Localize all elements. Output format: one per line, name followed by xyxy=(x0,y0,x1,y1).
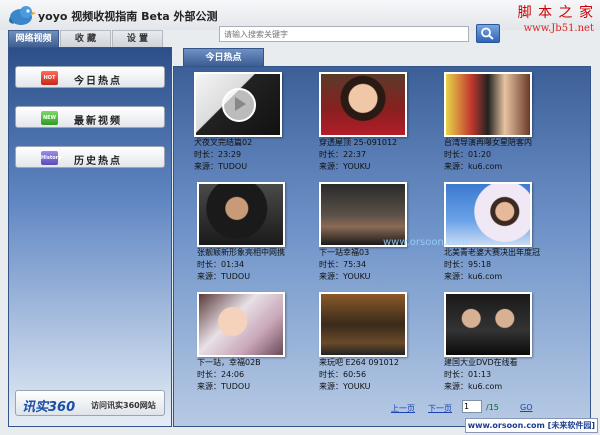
video-card[interactable]: 下一站，幸福02B 时长：24:06 来源：TUDOU xyxy=(197,292,301,393)
video-title[interactable]: 穿透屋顶 25-091012 xyxy=(319,137,423,149)
video-title[interactable]: 犬夜叉完结篇02 xyxy=(194,137,298,149)
sidebar-item-label: 历史热点 xyxy=(74,156,122,167)
search-icon xyxy=(481,27,494,40)
sidebar-item-label: 最新视频 xyxy=(74,116,122,127)
video-source: 来源：YOUKU xyxy=(319,382,371,391)
video-title[interactable]: 下一站幸福03 xyxy=(319,247,423,259)
page-total: /15 xyxy=(486,403,499,412)
video-source: 来源：ku6.com xyxy=(444,382,503,391)
video-source: 来源：TUDOU xyxy=(194,162,248,171)
video-card[interactable]: 来玩吧 E264 091012 时长：60:56 来源：YOUKU xyxy=(319,292,423,393)
video-title[interactable]: 来玩吧 E264 091012 xyxy=(319,357,423,369)
history-icon: History xyxy=(41,151,61,165)
page-number-input[interactable] xyxy=(462,400,482,413)
video-title[interactable]: 建国大业DVD在线看 xyxy=(444,357,548,369)
video-title[interactable]: 下一站，幸福02B xyxy=(197,357,301,369)
play-icon xyxy=(222,88,256,122)
sidebar-item-label: 今日热点 xyxy=(74,76,122,87)
video-thumbnail[interactable] xyxy=(319,292,407,357)
video-card[interactable]: 建国大业DVD在线看 时长：01:13 来源：ku6.com xyxy=(444,292,548,393)
video-thumbnail[interactable] xyxy=(444,72,532,137)
promo-link-xunshi360[interactable]: 讯实360 访问讯实360网站 xyxy=(15,390,165,416)
video-title[interactable]: 张靓颖新形象亮相中网携 xyxy=(197,247,301,259)
video-thumbnail[interactable] xyxy=(194,72,282,137)
hot-icon: HOT xyxy=(41,71,58,85)
search-input[interactable] xyxy=(219,26,469,42)
video-source: 来源：YOUKU xyxy=(319,162,371,171)
new-icon: NEW xyxy=(41,111,58,125)
next-page-link[interactable]: 下一页 xyxy=(428,403,452,414)
video-card[interactable]: 北美青老婆大赛决出年度冠 时长：95:18 来源：ku6.com xyxy=(444,182,548,283)
top-tabs: 网络视频 收 藏 设 置 xyxy=(8,30,164,47)
video-card[interactable]: 穿透屋顶 25-091012 时长：22:37 来源：YOUKU xyxy=(319,72,423,173)
video-title[interactable]: 北美青老婆大赛决出年度冠 xyxy=(444,247,548,259)
video-source: 来源：ku6.com xyxy=(444,162,503,171)
video-thumbnail[interactable] xyxy=(319,72,407,137)
xunshi360-logo: 讯实360 xyxy=(22,400,76,415)
video-thumbnail[interactable] xyxy=(444,292,532,357)
video-card[interactable]: 下一站幸福03 时长：75:34 来源：YOUKU xyxy=(319,182,423,283)
video-duration: 时长：75:34 xyxy=(319,260,367,269)
video-source: 来源：TUDOU xyxy=(197,272,251,281)
video-source: 来源：TUDOU xyxy=(197,382,251,391)
video-duration: 时长：24:06 xyxy=(197,370,245,379)
sidebar: HOT 今日热点 NEW 最新视频 History 历史热点 讯实360 访问讯… xyxy=(8,47,172,427)
tab-online-video[interactable]: 网络视频 xyxy=(8,30,59,47)
video-card[interactable]: 张靓颖新形象亮相中网携 时长：01:34 来源：TUDOU xyxy=(197,182,301,283)
sidebar-item-latest-video[interactable]: NEW 最新视频 xyxy=(15,106,165,128)
go-button[interactable]: GO xyxy=(520,403,533,412)
video-duration: 时长：60:56 xyxy=(319,370,367,379)
app-logo-bird-icon xyxy=(9,6,36,25)
tab-settings[interactable]: 设 置 xyxy=(112,30,163,47)
video-card[interactable]: 台湾导演再曝女星陪客内 时长：01:20 来源：ku6.com xyxy=(444,72,548,173)
promo-text: 访问讯实360网站 xyxy=(91,401,156,410)
watermark-overlay-url: www.orsoon.com xyxy=(383,237,469,248)
video-card[interactable]: 犬夜叉完结篇02 时长：23:29 来源：TUDOU xyxy=(194,72,298,173)
search-button[interactable] xyxy=(476,24,500,43)
sidebar-item-history-hot[interactable]: History 历史热点 xyxy=(15,146,165,168)
video-duration: 时长：01:13 xyxy=(444,370,492,379)
bottom-watermark: www.orsoon.com [未来软件园] xyxy=(464,418,598,433)
video-source: 来源：ku6.com xyxy=(444,272,503,281)
app-title: yoyo 视频收视指南 Beta 外部公测 xyxy=(38,10,218,23)
tab-favorites[interactable]: 收 藏 xyxy=(60,30,111,47)
video-title[interactable]: 台湾导演再曝女星陪客内 xyxy=(444,137,548,149)
tab-today-hot[interactable]: 今日热点 xyxy=(183,48,264,66)
site-watermark: 脚 本 之 家 www.Jb51.net xyxy=(517,5,594,34)
sidebar-item-today-hot[interactable]: HOT 今日热点 xyxy=(15,66,165,88)
video-duration: 时长：01:20 xyxy=(444,150,492,159)
video-duration: 时长：22:37 xyxy=(319,150,367,159)
prev-page-link[interactable]: 上一页 xyxy=(391,403,415,414)
video-duration: 时长：95:18 xyxy=(444,260,492,269)
video-thumbnail[interactable] xyxy=(197,182,285,247)
video-source: 来源：YOUKU xyxy=(319,272,371,281)
video-duration: 时长：01:34 xyxy=(197,260,245,269)
video-duration: 时长：23:29 xyxy=(194,150,242,159)
video-thumbnail[interactable] xyxy=(197,292,285,357)
